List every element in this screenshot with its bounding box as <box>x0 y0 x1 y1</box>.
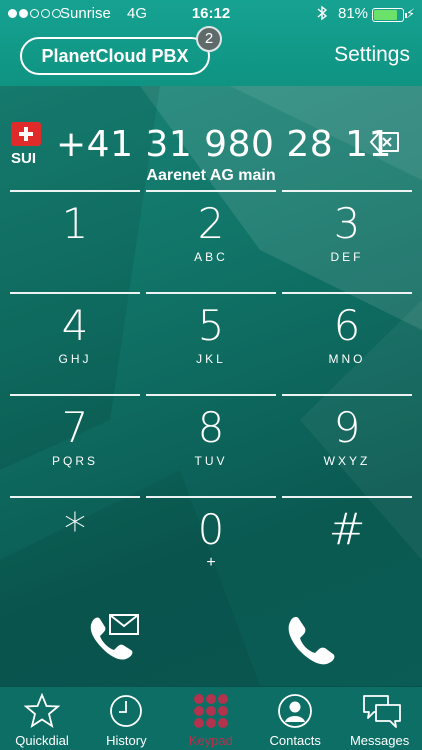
key-4[interactable]: 4 GHJ <box>10 292 140 392</box>
matched-contact-name: Aarenet AG main <box>146 167 276 184</box>
tab-contacts[interactable]: Contacts <box>253 687 337 750</box>
charging-icon: ⚡ <box>406 6 416 21</box>
key-letters: ABC <box>194 250 228 264</box>
key-letters: GHJ <box>58 352 92 366</box>
key-hash[interactable]: # <box>282 496 412 596</box>
status-bar: Sunrise 4G 16:12 81% ⚡ <box>0 0 422 28</box>
tab-label: Messages <box>349 733 410 748</box>
swiss-flag-icon[interactable] <box>11 122 41 146</box>
key-digit: 4 <box>61 301 89 350</box>
key-digit: 1 <box>61 199 89 248</box>
country-code[interactable]: SUI <box>11 150 36 167</box>
key-digit: 8 <box>197 403 225 452</box>
key-0[interactable]: 0 + <box>146 496 276 596</box>
key-digit: 0 <box>197 505 225 554</box>
tab-label: Keypad <box>188 733 233 748</box>
key-8[interactable]: 8 TUV <box>146 394 276 494</box>
key-2[interactable]: 2 ABC <box>146 190 276 290</box>
key-digit: * <box>64 504 86 555</box>
key-digit: 5 <box>197 301 225 350</box>
key-3[interactable]: 3 DEF <box>282 190 412 290</box>
tab-label: Quickdial <box>15 733 69 748</box>
contact-icon <box>277 693 313 729</box>
key-letters: PQRS <box>51 454 98 468</box>
key-1[interactable]: 1 <box>10 190 140 290</box>
key-digit: # <box>328 504 366 555</box>
key-6[interactable]: 6 MNO <box>282 292 412 392</box>
voicemail-call-icon[interactable] <box>84 612 140 671</box>
key-letters: TUV <box>194 454 228 468</box>
battery-icon <box>372 8 407 22</box>
key-5[interactable]: 5 JKL <box>146 292 276 392</box>
tab-bar: Quickdial History Keypad Contacts Messages <box>0 686 422 750</box>
tab-history[interactable]: History <box>84 687 168 750</box>
key-letters: WXYZ <box>323 454 371 468</box>
key-letters: JKL <box>196 352 226 366</box>
key-digit: 2 <box>197 199 225 248</box>
key-digit: 6 <box>333 301 361 350</box>
settings-button[interactable]: Settings <box>334 43 410 67</box>
key-letters: DEF <box>330 250 364 264</box>
dialed-number: +41 31 980 28 11 <box>56 124 392 165</box>
backspace-icon[interactable] <box>370 132 400 157</box>
key-7[interactable]: 7 PQRS <box>10 394 140 494</box>
key-digit: 9 <box>333 403 361 452</box>
account-badge: 2 <box>196 26 222 52</box>
key-digit: 7 <box>61 403 89 452</box>
key-letters: MNO <box>328 352 366 366</box>
chat-icon <box>362 693 401 729</box>
clock-icon <box>108 693 144 729</box>
phone-call-icon[interactable] <box>284 614 336 671</box>
battery-percent: 81% <box>338 5 369 22</box>
star-icon <box>23 692 61 729</box>
key-9[interactable]: 9 WXYZ <box>282 394 412 494</box>
bluetooth-icon <box>316 5 328 25</box>
key-letters: + <box>206 554 216 571</box>
keypad-icon <box>193 693 229 729</box>
tab-label: History <box>106 733 147 748</box>
key-digit: 3 <box>333 199 361 248</box>
tab-messages[interactable]: Messages <box>338 687 422 750</box>
tab-keypad[interactable]: Keypad <box>169 687 253 750</box>
account-selector-button[interactable]: PlanetCloud PBX <box>20 37 210 75</box>
key-star[interactable]: * <box>10 496 140 596</box>
tab-label: Contacts <box>269 733 321 748</box>
tab-quickdial[interactable]: Quickdial <box>0 687 84 750</box>
